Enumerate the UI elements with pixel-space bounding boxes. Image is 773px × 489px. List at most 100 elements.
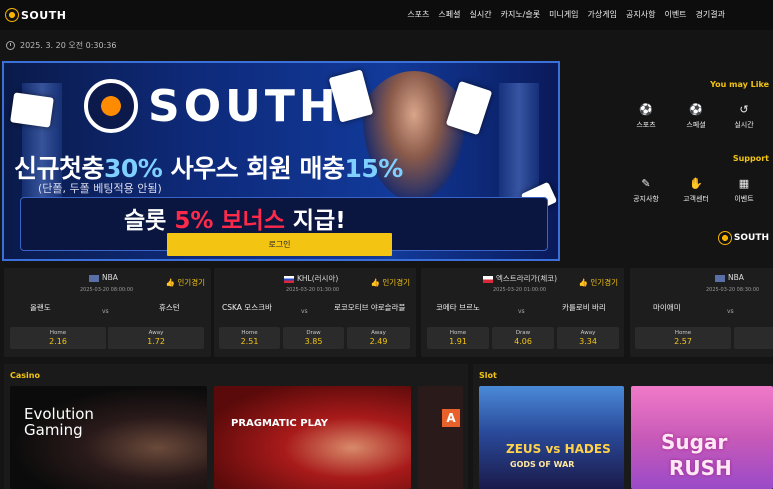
odd-label: Away xyxy=(371,330,386,336)
you-may-like-heading: You may Like xyxy=(710,80,769,89)
slot-game-zeus-hades[interactable]: ZEUS vs HADES GODS OF WAR xyxy=(479,386,624,489)
nav-casino-slot[interactable]: 카지노/슬롯 xyxy=(501,9,541,20)
rush-title: RUSH xyxy=(669,456,732,480)
promo-banner[interactable]: SOUTH 신규첫충30% 사우스 회원 매충15% (단폴, 두폴 베팅적용 … xyxy=(2,61,560,261)
nav-minigame[interactable]: 미니게임 xyxy=(549,9,578,20)
event-icon: ▦ xyxy=(738,177,750,190)
odd-draw-button[interactable]: Draw 4.06 xyxy=(492,327,554,349)
nav-virtual[interactable]: 가상게임 xyxy=(588,9,617,20)
casino-game-pragmatic[interactable]: PRAGMATIC PLAY xyxy=(214,386,411,489)
slot-game-sugar-rush[interactable]: Sugar RUSH xyxy=(631,386,773,489)
odd-value: 2.57 xyxy=(674,337,692,346)
league-name: 엑스트라리가(체코) xyxy=(496,274,558,283)
hot-label: 인기경기 xyxy=(177,278,205,287)
match-league: KHL(러시아) xyxy=(284,273,338,284)
compass-logo-icon xyxy=(717,231,732,245)
home-team: 올랜도 xyxy=(30,303,51,312)
banner-brand-text: SOUTH xyxy=(148,80,340,132)
nav-sports[interactable]: 스포츠 xyxy=(407,9,429,20)
odd-label: Draw xyxy=(515,330,531,336)
hot-label: 인기경기 xyxy=(590,278,618,287)
match-card[interactable]: NBA 2025-03-20 08:30:00 마이애미 vs Home 2.57 xyxy=(630,268,773,357)
away-team: 로코모티브 야로슬라블 xyxy=(334,303,406,312)
casino-partial-logo: A xyxy=(442,409,460,427)
match-card[interactable]: KHL(러시아) 👍 인기경기 2025-03-20 01:30:00 CSKA… xyxy=(214,268,416,357)
hot-match-badge: 👍 인기경기 xyxy=(370,278,410,287)
odd-away-button[interactable]: Away 2.49 xyxy=(347,327,410,349)
hot-label: 인기경기 xyxy=(382,278,410,287)
league-name: KHL(러시아) xyxy=(297,274,339,283)
league-flag-icon xyxy=(89,274,99,282)
nav-special[interactable]: 스페셜 xyxy=(438,9,460,20)
side-item-label: 공지사항 xyxy=(633,195,659,203)
nav-results[interactable]: 경기결과 xyxy=(696,9,725,20)
odd-home-button[interactable]: Home 2.16 xyxy=(10,327,106,349)
home-team: 마이애미 xyxy=(653,303,681,312)
login-button[interactable]: 로그인 xyxy=(167,233,392,256)
slot-bonus-highlight: 5% 보너스 xyxy=(174,208,285,234)
odd-value: 2.51 xyxy=(240,337,259,346)
home-team: 코메타 브르노 xyxy=(436,303,480,312)
gods-of-war-subtitle: GODS OF WAR xyxy=(510,460,575,469)
notice-icon: ✎ xyxy=(641,177,651,190)
odd-label: Away xyxy=(580,330,596,336)
special-ball-icon: ⚽ xyxy=(689,103,703,116)
odd-value: 2.49 xyxy=(369,337,388,346)
headline-part: 사우스 회원 매충 xyxy=(162,154,345,183)
odd-home-button[interactable]: Home 2.51 xyxy=(219,327,280,349)
vs-label: vs xyxy=(301,308,308,315)
match-date: 2025-03-20 08:30:00 xyxy=(706,287,760,293)
site-logo[interactable]: SOUTH xyxy=(5,8,66,22)
odd-label: Home xyxy=(674,330,692,336)
league-name: NBA xyxy=(102,273,118,282)
nav-event[interactable]: 이벤트 xyxy=(664,9,686,20)
headline-part: 신규첫충 xyxy=(14,154,105,183)
zeus-hades-title: ZEUS vs HADES xyxy=(506,442,611,456)
match-card[interactable]: NBA 👍 인기경기 2025-03-20 08:00:00 올랜도 vs 휴스… xyxy=(4,268,211,357)
side-item-live[interactable]: ↺ 실시간 xyxy=(724,103,764,130)
side-item-special[interactable]: ⚽ 스페셜 xyxy=(676,103,716,130)
casino-game-evolution[interactable]: Evolution Gaming xyxy=(10,386,207,489)
side-item-notice[interactable]: ✎ 공지사항 xyxy=(626,177,666,204)
odd-away-button[interactable] xyxy=(734,327,773,349)
odd-label: Home xyxy=(449,330,467,336)
odd-home-button[interactable]: Home 2.57 xyxy=(635,327,731,349)
side-item-label: 실시간 xyxy=(734,121,754,129)
side-item-support[interactable]: ✋ 고객센터 xyxy=(676,177,716,204)
side-item-label: 스포츠 xyxy=(636,121,656,129)
side-item-sports[interactable]: ⚽ 스포츠 xyxy=(626,103,666,130)
slot-title: Slot xyxy=(479,371,497,380)
support-heading: Support xyxy=(732,154,769,163)
hot-match-badge: 👍 인기경기 xyxy=(165,278,205,287)
vs-label: vs xyxy=(727,308,734,315)
match-date: 2025-03-20 01:30:00 xyxy=(286,287,340,293)
side-panel: You may Like ⚽ 스포츠 ⚽ 스페셜 ↺ 실시간 Support ✎… xyxy=(562,61,773,261)
headline-percent: 15% xyxy=(344,154,403,183)
slot-bonus-text: 슬롯 5% 보너스 지급! xyxy=(124,201,346,235)
slot-text-part: 슬롯 xyxy=(124,208,175,234)
odd-away-button[interactable]: Away 3.34 xyxy=(557,327,619,349)
odd-home-button[interactable]: Home 1.91 xyxy=(427,327,489,349)
match-league: 엑스트라리가(체코) xyxy=(483,273,557,284)
odd-draw-button[interactable]: Draw 3.85 xyxy=(283,327,344,349)
match-date: 2025-03-20 01:00:00 xyxy=(493,287,547,293)
match-date: 2025-03-20 08:00:00 xyxy=(80,287,134,293)
home-team: CSKA 모스크바 xyxy=(222,303,272,312)
nav-live[interactable]: 실시간 xyxy=(470,9,492,20)
odd-value: 1.91 xyxy=(449,337,467,346)
odd-away-button[interactable]: Away 1.72 xyxy=(108,327,204,349)
support-icon: ✋ xyxy=(689,177,703,190)
side-logo: SOUTH xyxy=(717,231,769,245)
playing-card-image xyxy=(10,92,54,128)
logo-text: SOUTH xyxy=(21,8,67,22)
odd-label: Away xyxy=(148,330,164,336)
side-item-event[interactable]: ▦ 이벤트 xyxy=(724,177,764,204)
casino-game-partial[interactable]: A xyxy=(418,386,463,489)
match-card[interactable]: 엑스트라리가(체코) 👍 인기경기 2025-03-20 01:00:00 코메… xyxy=(421,268,624,357)
compass-logo-icon xyxy=(84,79,138,133)
league-name: NBA xyxy=(728,273,744,282)
side-item-label: 이벤트 xyxy=(734,195,754,203)
nav-notice[interactable]: 공지사항 xyxy=(626,9,655,20)
main-nav: 스포츠 스페셜 실시간 카지노/슬롯 미니게임 가상게임 공지사항 이벤트 경기… xyxy=(407,9,725,20)
vs-label: vs xyxy=(102,308,109,315)
